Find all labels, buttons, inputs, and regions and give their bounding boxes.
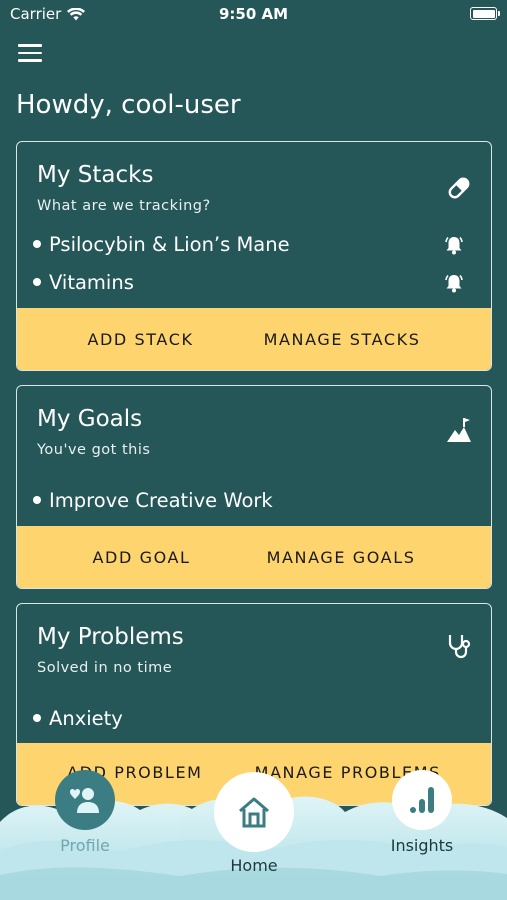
stacks-card: My Stacks What are we tracking? Psilocyb… xyxy=(16,141,492,371)
tab-profile[interactable]: Profile xyxy=(55,770,115,855)
stack-item-label: Vitamins xyxy=(49,270,134,294)
stethoscope-icon xyxy=(448,635,471,659)
add-goal-button[interactable]: ADD GOAL xyxy=(93,548,191,567)
list-item[interactable]: Improve Creative Work xyxy=(31,485,471,515)
stacks-subtitle: What are we tracking? xyxy=(37,198,211,214)
bullet xyxy=(33,714,41,722)
profile-tab-button[interactable] xyxy=(55,770,115,830)
goals-card: My Goals You've got this Improve Creativ… xyxy=(16,385,492,589)
bullet xyxy=(33,240,41,248)
manage-stacks-button[interactable]: MANAGE STACKS xyxy=(264,330,421,349)
stack-item-label: Psilocybin & Lion’s Mane xyxy=(49,232,290,256)
manage-goals-button[interactable]: MANAGE GOALS xyxy=(267,548,416,567)
pill-icon xyxy=(448,177,470,199)
person-heart-icon xyxy=(69,788,99,813)
clock: 9:50 AM xyxy=(218,5,289,23)
bullet xyxy=(33,278,41,286)
home-tab-label: Home xyxy=(230,856,278,875)
menu-icon xyxy=(18,44,42,47)
list-item[interactable]: Psilocybin & Lion’s Mane xyxy=(31,229,471,259)
goals-actions: ADD GOAL MANAGE GOALS xyxy=(17,526,491,588)
stacks-title: My Stacks xyxy=(37,162,154,188)
problems-title: My Problems xyxy=(37,624,184,650)
tab-insights[interactable]: Insights xyxy=(390,770,454,855)
insights-tab-button[interactable] xyxy=(392,770,452,830)
problem-item-label: Anxiety xyxy=(49,706,123,730)
profile-tab-label: Profile xyxy=(60,836,110,855)
add-stack-button[interactable]: ADD STACK xyxy=(87,330,193,349)
home-icon xyxy=(239,797,269,828)
bullet xyxy=(33,496,41,504)
menu-button[interactable] xyxy=(18,44,42,64)
tab-home[interactable]: Home xyxy=(214,772,294,875)
bell-ringing-icon[interactable] xyxy=(443,234,465,256)
stacks-actions: ADD STACK MANAGE STACKS xyxy=(17,308,491,370)
battery-icon xyxy=(470,7,500,20)
bell-ringing-icon[interactable] xyxy=(443,272,465,294)
goals-subtitle: You've got this xyxy=(37,442,151,458)
insights-tab-label: Insights xyxy=(390,836,454,855)
bar-chart-icon xyxy=(410,787,434,813)
tab-bar: Profile Home Insights xyxy=(0,770,507,900)
home-tab-button[interactable] xyxy=(214,772,294,852)
problems-subtitle: Solved in no time xyxy=(37,660,173,676)
goals-title: My Goals xyxy=(37,406,143,432)
list-item[interactable]: Vitamins xyxy=(31,267,471,297)
list-item[interactable]: Anxiety xyxy=(31,703,471,733)
mountain-flag-icon xyxy=(447,418,471,442)
status-bar: Carrier 9:50 AM xyxy=(0,0,507,28)
greeting-title: Howdy, cool-user xyxy=(16,90,241,120)
goal-item-label: Improve Creative Work xyxy=(49,488,273,512)
